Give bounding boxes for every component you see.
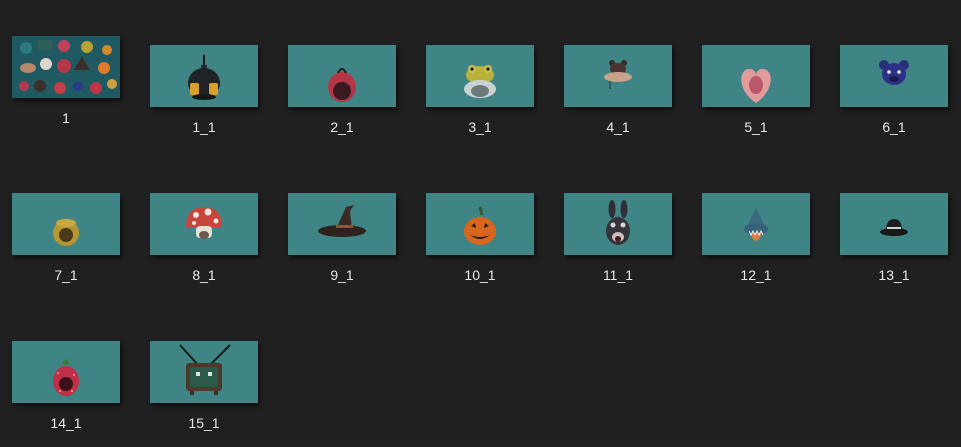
file-name: 7_1 xyxy=(54,267,78,283)
file-tile-1[interactable]: 1 xyxy=(6,36,132,146)
file-tile-6_1[interactable]: 6_1 xyxy=(834,45,960,155)
tv-head-icon xyxy=(179,344,231,395)
red-hood-icon xyxy=(328,68,356,102)
strawberry-head-icon xyxy=(53,359,79,396)
mushroom-hat-icon xyxy=(186,207,222,239)
file-tile-7_1[interactable]: 7_1 xyxy=(6,193,132,303)
heart-mouth-icon xyxy=(741,68,771,103)
file-tile-13_1[interactable]: 13_1 xyxy=(834,193,960,303)
thumbnail xyxy=(564,193,672,255)
file-name: 3_1 xyxy=(468,119,492,135)
file-tile-4_1[interactable]: 4_1 xyxy=(558,45,684,155)
file-name: 15_1 xyxy=(188,415,220,431)
file-name: 6_1 xyxy=(882,119,906,135)
bear-cap-icon xyxy=(604,60,632,89)
thumbnail xyxy=(426,45,534,107)
file-tile-14_1[interactable]: 14_1 xyxy=(6,341,132,447)
collage-thumbnail-icon xyxy=(12,36,120,98)
file-name: 14_1 xyxy=(50,415,82,431)
file-name: 10_1 xyxy=(464,267,496,283)
file-name: 1_1 xyxy=(192,119,216,135)
file-name: 8_1 xyxy=(192,267,216,283)
thumbnail xyxy=(150,45,258,107)
file-name: 13_1 xyxy=(878,267,910,283)
file-name: 11_1 xyxy=(602,267,634,283)
thumbnail xyxy=(564,45,672,107)
black-bowler-hat-icon xyxy=(880,219,908,236)
shark-hood-icon xyxy=(744,207,768,241)
thumbnail xyxy=(702,45,810,107)
file-tile-8_1[interactable]: 8_1 xyxy=(144,193,270,303)
thumbnail xyxy=(12,341,120,403)
thumbnail xyxy=(150,193,258,255)
thumbnail xyxy=(840,45,948,107)
frog-hat-icon xyxy=(464,65,496,98)
file-tile-11_1[interactable]: 11_1 xyxy=(558,193,684,303)
thumbnail xyxy=(702,193,810,255)
file-tile-2_1[interactable]: 2_1 xyxy=(282,45,408,155)
thumbnail xyxy=(12,193,120,255)
bomb-helmet-icon xyxy=(188,55,220,100)
file-tile-12_1[interactable]: 12_1 xyxy=(696,193,822,303)
file-tile-10_1[interactable]: 10_1 xyxy=(420,193,546,303)
file-tile-5_1[interactable]: 5_1 xyxy=(696,45,822,155)
file-grid: 1 1_1 2_1 3_1 4_1 5_1 6_1 7_1 8_1 9_1 10… xyxy=(0,0,961,447)
file-name: 4_1 xyxy=(606,119,630,135)
file-tile-9_1[interactable]: 9_1 xyxy=(282,193,408,303)
thumbnail xyxy=(150,341,258,403)
file-name: 12_1 xyxy=(740,267,772,283)
thumbnail xyxy=(288,45,396,107)
thumbnail xyxy=(840,193,948,255)
file-tile-1_1[interactable]: 1_1 xyxy=(144,45,270,155)
file-name: 2_1 xyxy=(330,119,354,135)
yellow-helmet-icon xyxy=(53,219,79,246)
bunny-head-icon xyxy=(606,200,630,245)
pumpkin-head-icon xyxy=(464,206,496,245)
file-name: 1 xyxy=(62,110,70,126)
file-tile-15_1[interactable]: 15_1 xyxy=(144,341,270,447)
blue-bear-head-icon xyxy=(879,60,909,85)
file-name: 5_1 xyxy=(744,119,768,135)
file-tile-3_1[interactable]: 3_1 xyxy=(420,45,546,155)
file-name: 9_1 xyxy=(330,267,354,283)
thumbnail xyxy=(12,36,120,98)
witch-hat-icon xyxy=(318,205,366,237)
thumbnail xyxy=(426,193,534,255)
thumbnail xyxy=(288,193,396,255)
